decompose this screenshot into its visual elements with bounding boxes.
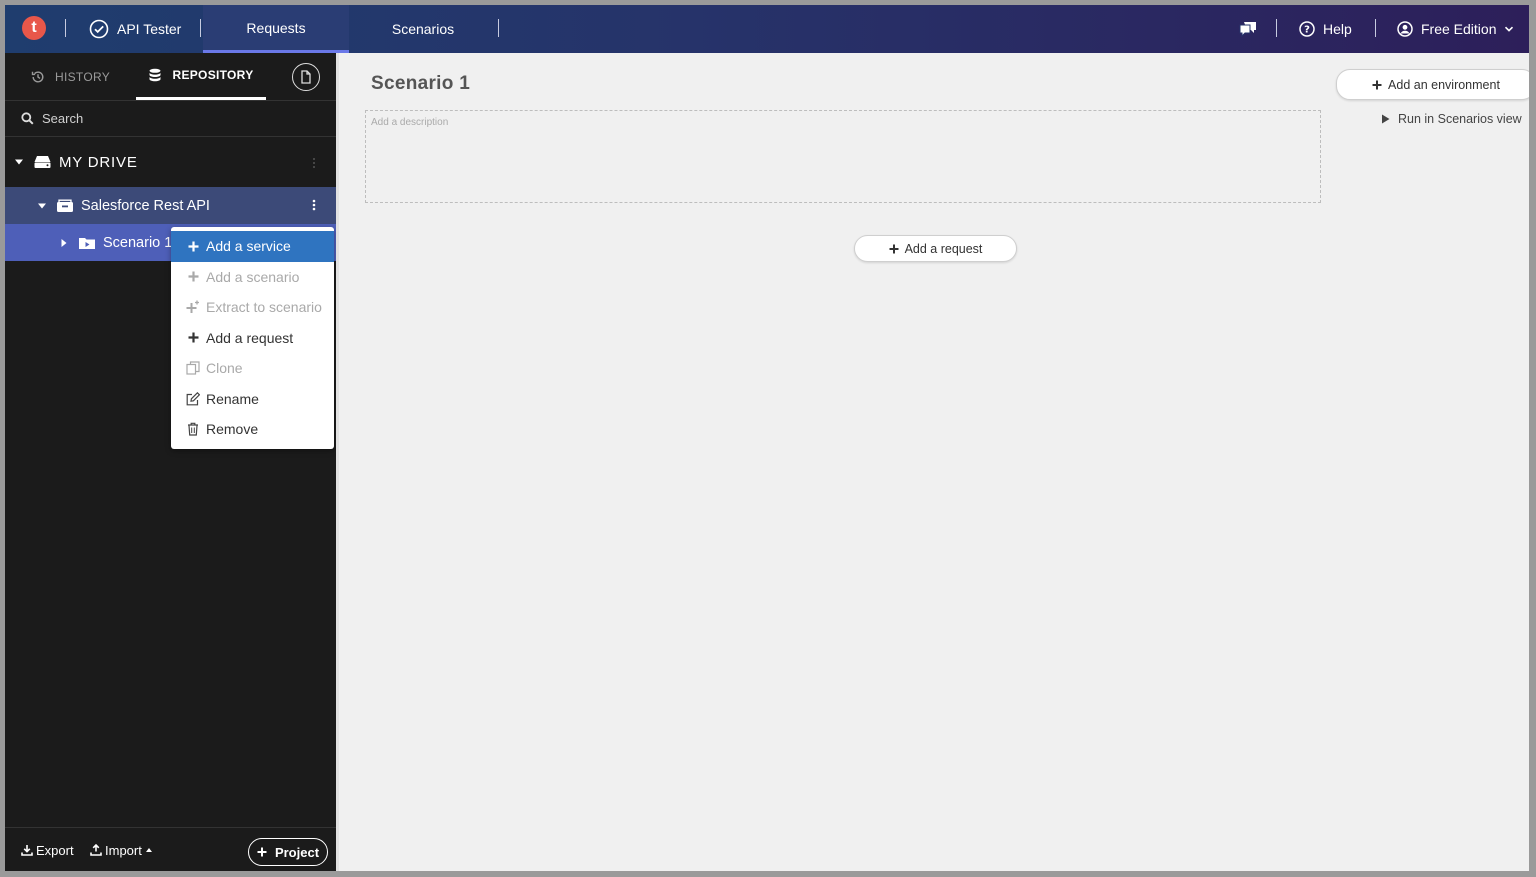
plus-icon [188,271,198,282]
account-menu[interactable]: Free Edition [1397,5,1514,53]
add-environment-label: Add an environment [1388,77,1500,92]
menu-item-label: Remove [206,421,259,438]
caret-down-icon [15,159,23,165]
tab-requests[interactable]: Requests [203,5,349,53]
search-icon [21,112,34,125]
top-bar: t API Tester Requests Scenarios ? Help F… [5,5,1529,53]
database-icon [149,68,161,82]
drive-label: MY DRIVE [59,153,138,171]
sidebar-tabs: HISTORY REPOSITORY [5,53,336,101]
run-in-scenarios-link[interactable]: Run in Scenarios view [1381,112,1522,126]
description-field[interactable]: Add a description [365,110,1321,203]
history-icon [31,71,44,82]
service-box-icon [57,199,73,212]
menu-item-add-service[interactable]: Add a service [171,231,334,262]
menu-item-extract-to-scenario[interactable]: Extract to scenario [171,292,334,323]
project-label: Project [274,844,320,860]
add-environment-button[interactable]: Add an environment [1336,69,1529,100]
tab-label: Requests [246,19,306,36]
separator [498,19,499,37]
tab-history[interactable]: HISTORY [31,53,110,100]
menu-item-label: Add a service [206,238,291,255]
menu-item-label: Rename [206,390,259,407]
separator [1276,19,1277,37]
app-name[interactable]: API Tester [89,17,181,41]
context-menu: Add a service Add a scenario Extract to … [171,227,334,449]
logo-letter: t [31,19,37,36]
plus-icon [889,244,899,253]
separator [65,19,66,37]
import-button[interactable]: Import [90,843,153,858]
tab-scenarios[interactable]: Scenarios [349,5,497,53]
search-input[interactable]: Search [42,111,83,126]
svg-text:?: ? [1304,25,1310,36]
file-icon [301,70,311,84]
menu-item-label: Extract to scenario [206,299,322,316]
tree-item-service[interactable]: Salesforce Rest API [5,187,336,224]
menu-item-remove[interactable]: Remove [171,414,334,445]
trash-icon [188,422,198,436]
edit-icon [186,391,200,406]
new-file-button[interactable] [292,63,320,91]
menu-item-add-request[interactable]: Add a request [171,323,334,354]
menu-item-label: Clone [206,360,243,377]
tab-repository[interactable]: REPOSITORY [136,53,266,100]
more-vertical-icon[interactable] [312,199,316,211]
help-button[interactable]: ? Help [1299,5,1352,53]
caret-right-icon [61,238,67,247]
caret-down-icon [38,203,46,208]
caret-up-icon [145,848,152,852]
clone-icon [186,361,200,375]
app-logo[interactable]: t [22,16,46,40]
user-circle-icon [1397,21,1413,37]
chat-icon [1239,22,1256,37]
tab-repository-label: REPOSITORY [172,68,254,82]
app-window: t API Tester Requests Scenarios ? Help F… [5,5,1529,871]
drive-icon [34,156,51,168]
main-panel: Scenario 1 Add a description Add an envi… [336,53,1529,871]
menu-item-clone[interactable]: Clone [171,353,334,384]
play-icon [1382,114,1390,124]
my-drive-row[interactable]: MY DRIVE [5,141,336,183]
import-label: Import [105,842,142,858]
menu-item-label: Add a request [206,329,294,346]
sidebar-footer: Export Import Project [5,827,336,871]
add-request-button[interactable]: Add a request [854,235,1017,262]
download-icon [21,845,33,856]
page-title[interactable]: Scenario 1 [371,73,470,95]
chevron-down-icon [1505,26,1514,32]
plus-icon [257,847,267,857]
help-label: Help [1323,21,1352,37]
export-label: Export [36,842,74,858]
plus-icon [188,332,198,343]
sidebar: HISTORY REPOSITORY Search MY DRIVE Sales… [5,53,336,871]
search-bar[interactable]: Search [5,101,336,137]
service-label: Salesforce Rest API [81,197,210,214]
menu-item-rename[interactable]: Rename [171,384,334,415]
help-icon: ? [1299,21,1315,37]
menu-item-label: Add a scenario [206,268,300,285]
separator [1375,19,1376,37]
tab-label: Scenarios [391,21,455,37]
upload-icon [90,844,102,856]
scenario-label: Scenario 1 [103,234,173,251]
export-button[interactable]: Export [21,843,74,858]
chat-button[interactable] [1239,5,1257,53]
scenario-folder-icon [79,237,95,249]
plus-icon [1372,80,1382,89]
check-circle-icon [89,19,109,39]
app-name-label: API Tester [117,21,182,37]
add-project-button[interactable]: Project [248,838,328,866]
tab-history-label: HISTORY [55,69,111,84]
description-placeholder: Add a description [371,117,449,128]
more-vertical-icon[interactable] [312,157,316,169]
plus-icon [188,241,198,252]
separator [200,19,201,37]
sparkle-plus-icon [186,300,199,314]
edition-label: Free Edition [1421,21,1497,37]
add-request-label: Add a request [904,241,983,256]
run-label: Run in Scenarios view [1398,112,1522,126]
menu-item-add-scenario[interactable]: Add a scenario [171,262,334,293]
